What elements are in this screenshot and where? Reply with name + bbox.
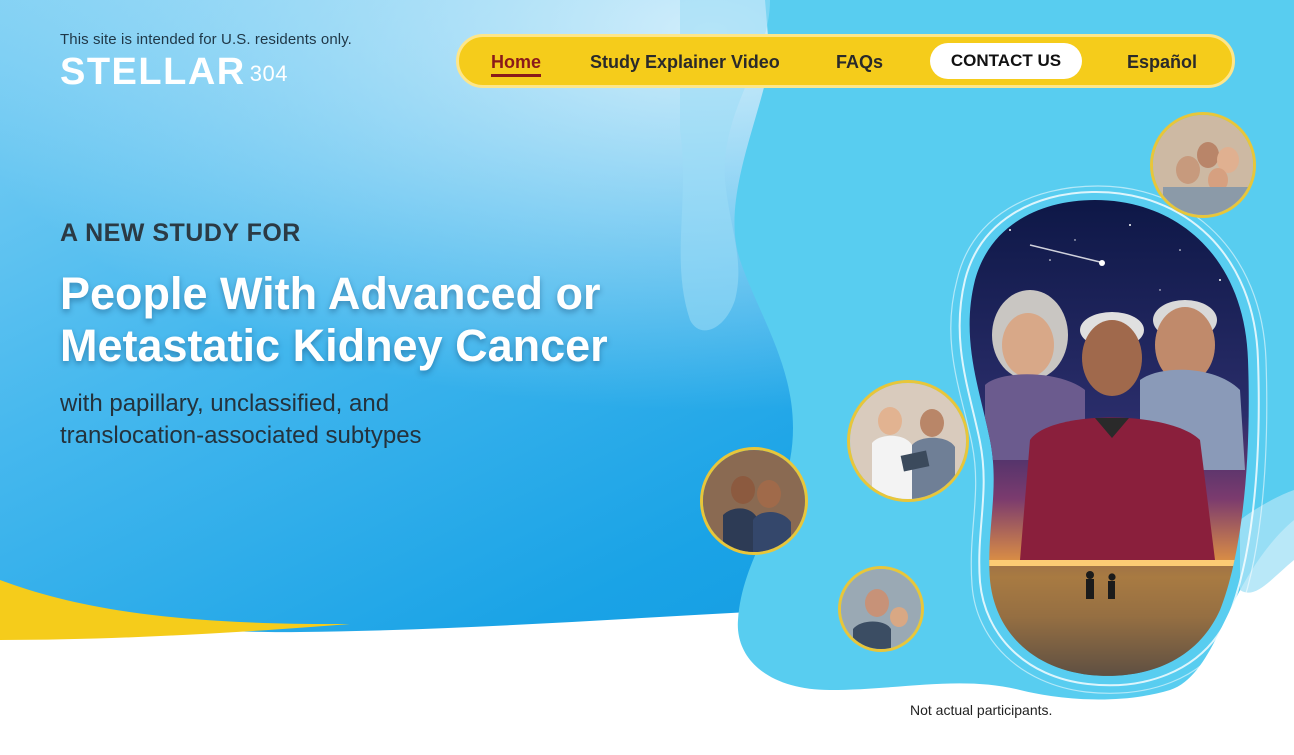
residency-notice: This site is intended for U.S. residents…	[60, 31, 352, 48]
nav-study-explainer-video[interactable]: Study Explainer Video	[590, 51, 780, 73]
contact-us-button[interactable]: CONTACT US	[930, 43, 1082, 79]
main-nav: Home Study Explainer Video FAQs CONTACT …	[456, 34, 1235, 88]
hero-stage: This site is intended for U.S. residents…	[0, 0, 1294, 755]
nav-faqs[interactable]: FAQs	[836, 51, 883, 73]
nav-espanol[interactable]: Español	[1127, 51, 1197, 73]
subline-line-1: with papillary, unclassified, and	[60, 390, 390, 417]
site-logo[interactable]: STELLAR 304	[60, 52, 288, 92]
grandfather-grandchild-photo	[838, 566, 924, 652]
headline-line-2: Metastatic Kidney Cancer	[60, 320, 608, 371]
logo-number: 304	[249, 61, 288, 86]
hero-headline: People With Advanced or Metastatic Kidne…	[60, 268, 700, 372]
hero-subline: with papillary, unclassified, and transl…	[60, 388, 580, 452]
image-disclaimer: Not actual participants.	[910, 702, 1053, 718]
couple-kitchen-photo	[700, 447, 808, 555]
headline-line-1: People With Advanced or	[60, 268, 601, 319]
nav-home[interactable]: Home	[491, 51, 542, 77]
doctor-patient-tablet-photo	[847, 380, 969, 502]
hero-background	[0, 0, 1294, 700]
family-group-photo	[1150, 112, 1256, 218]
subline-line-2: translocation-associated subtypes	[60, 422, 422, 449]
patients-and-sunset-collage	[969, 200, 1249, 676]
hero-kicker: A NEW STUDY FOR	[60, 219, 301, 247]
logo-text: STELLAR	[60, 51, 246, 93]
